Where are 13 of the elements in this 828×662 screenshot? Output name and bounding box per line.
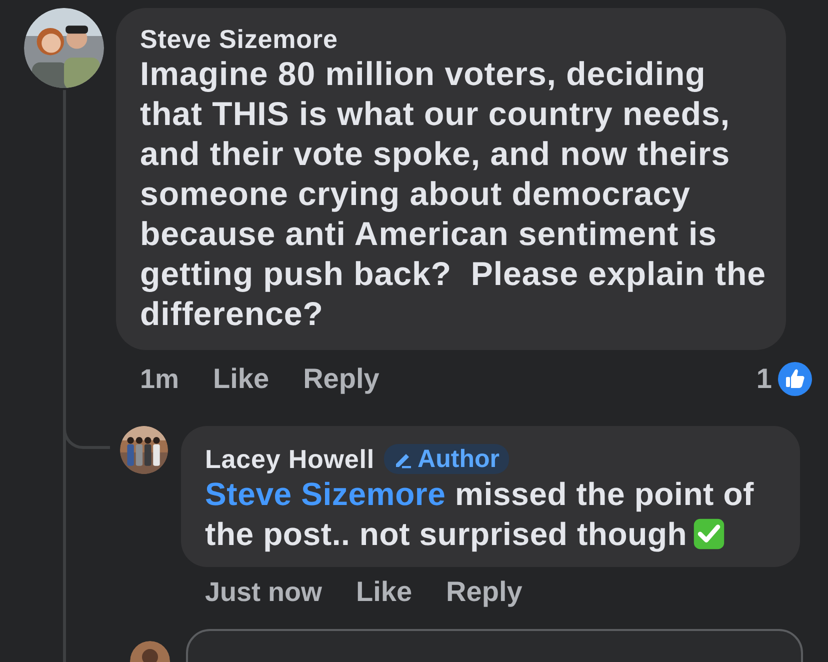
author-badge: Author	[384, 444, 510, 474]
comment-action-link[interactable]: Like	[213, 364, 270, 394]
comment-action-link[interactable]: Like	[356, 577, 412, 607]
comment-text: Steve Sizemore missed the point of the post.. not surprised though	[205, 475, 755, 554]
mention-link[interactable]: Steve Sizemore	[205, 476, 446, 512]
comment-text: Imagine 80 million voters, deciding that THIS is what our country needs, and their vote spoke, and now theirs someone crying about democracy because anti American sentiment is getting push back? Please explain the difference?	[140, 54, 767, 334]
comment-action-link[interactable]: Reply	[446, 577, 522, 607]
comment-time: Just now	[205, 577, 322, 607]
author-name[interactable]: Steve Sizemore	[140, 24, 338, 54]
comment-time: 1m	[140, 364, 180, 394]
comment-action-link[interactable]: Reply	[303, 364, 380, 394]
author-name[interactable]: Lacey Howell	[205, 444, 375, 474]
reaction-count: 1	[756, 363, 772, 395]
